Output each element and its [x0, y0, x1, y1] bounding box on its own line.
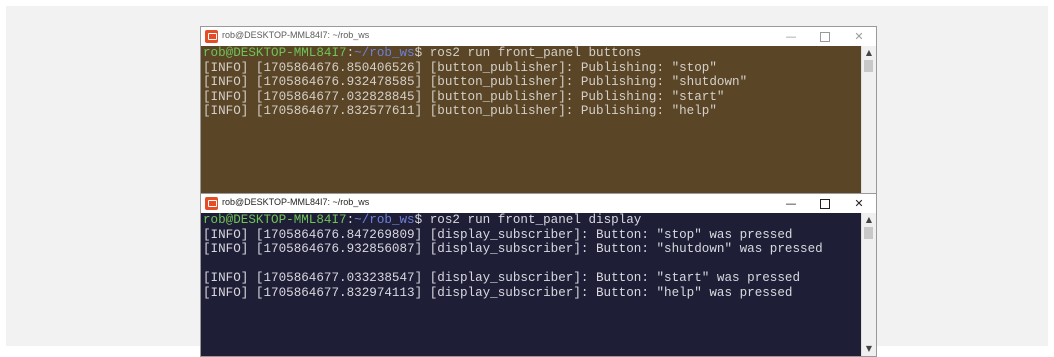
log-line: [INFO] [1705864676.932478585] [button_pu… — [203, 75, 748, 89]
scrollbar-thumb[interactable] — [864, 227, 873, 239]
chevron-up-icon[interactable]: ▲ — [862, 213, 876, 227]
log-line: [INFO] [1705864677.832577611] [button_pu… — [203, 104, 717, 118]
log-line: [INFO] [1705864676.932856087] [display_s… — [203, 242, 823, 256]
title-bar[interactable]: rob@DESKTOP-MML84I7: ~/rob_ws — ✕ — [201, 27, 876, 46]
vertical-scrollbar[interactable]: ▲ ▼ — [861, 213, 876, 356]
prompt-user-host: rob@DESKTOP-MML84I7 — [203, 213, 347, 227]
maximize-icon — [820, 199, 830, 209]
chevron-down-icon[interactable]: ▼ — [862, 342, 876, 356]
chevron-up-icon[interactable]: ▲ — [862, 46, 876, 60]
log-line: [INFO] [1705864677.032828845] [button_pu… — [203, 89, 725, 104]
minimize-button[interactable]: — — [774, 27, 808, 46]
prompt-line: rob@DESKTOP-MML84I7:~/rob_ws$ ros2 run f… — [203, 46, 862, 61]
maximize-button[interactable] — [808, 194, 842, 213]
log-line: [INFO] [1705864677.033238547] [display_s… — [203, 271, 801, 285]
terminal-output[interactable]: rob@DESKTOP-MML84I7:~/rob_ws$ ros2 run f… — [201, 213, 862, 356]
window-title: rob@DESKTOP-MML84I7: ~/rob_ws — [222, 30, 370, 40]
prompt-line: rob@DESKTOP-MML84I7:~/rob_ws$ ros2 run f… — [203, 213, 862, 228]
log-line: [INFO] [1705864676.847269809] [display_s… — [203, 227, 793, 242]
prompt-command: ros2 run front_panel buttons — [422, 46, 642, 60]
maximize-icon — [820, 32, 830, 42]
close-button[interactable]: ✕ — [842, 27, 876, 46]
terminal-app-icon — [205, 30, 218, 43]
prompt-user-host: rob@DESKTOP-MML84I7 — [203, 46, 347, 60]
terminal-window-buttons[interactable]: rob@DESKTOP-MML84I7: ~/rob_ws — ✕ rob@DE… — [200, 26, 877, 220]
terminal-window-display[interactable]: rob@DESKTOP-MML84I7: ~/rob_ws — ✕ rob@DE… — [200, 193, 877, 357]
log-line: [INFO] [1705864677.832974113] [display_s… — [203, 285, 793, 300]
log-line: [INFO] [1705864676.850406526] [button_pu… — [203, 60, 717, 75]
maximize-button[interactable] — [808, 27, 842, 46]
close-button[interactable]: ✕ — [842, 194, 876, 213]
window-title: rob@DESKTOP-MML84I7: ~/rob_ws — [222, 197, 370, 207]
prompt-path: ~/rob_ws — [354, 46, 415, 60]
prompt-path: ~/rob_ws — [354, 213, 415, 227]
minimize-button[interactable]: — — [774, 194, 808, 213]
terminal-app-icon — [205, 197, 218, 210]
title-bar[interactable]: rob@DESKTOP-MML84I7: ~/rob_ws — ✕ — [201, 194, 876, 213]
prompt-command: ros2 run front_panel display — [422, 213, 642, 227]
scrollbar-thumb[interactable] — [864, 60, 873, 72]
